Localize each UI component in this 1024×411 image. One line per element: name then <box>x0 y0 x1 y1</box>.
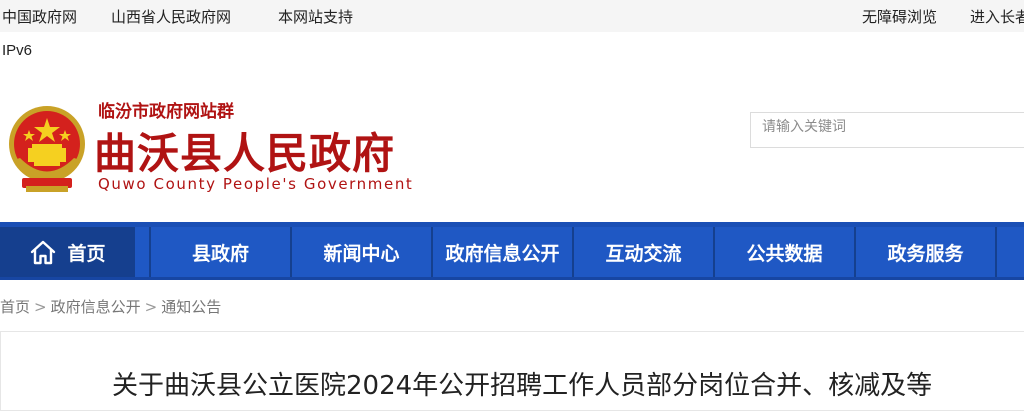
search-box <box>750 112 1024 148</box>
site-title: 曲沃县人民政府 <box>94 129 396 178</box>
breadcrumb-home[interactable]: 首页 <box>0 298 30 316</box>
link-china-gov[interactable]: 中国政府网 <box>2 6 77 27</box>
nav-label: 县政府 <box>191 242 249 265</box>
breadcrumb-notices[interactable]: 通知公告 <box>161 298 221 316</box>
nav-item-news[interactable]: 新闻中心 <box>292 227 431 277</box>
nav-item-county-gov[interactable]: 县政府 <box>151 227 290 277</box>
accessibility-link[interactable]: 无障碍浏览 <box>862 6 937 27</box>
nav-item-services[interactable]: 政务服务 <box>856 227 995 277</box>
breadcrumb-separator: > <box>144 298 158 316</box>
nav-label: 政府信息公开 <box>445 242 560 265</box>
nav-item-interaction[interactable]: 互动交流 <box>574 227 713 277</box>
nav-label: 新闻中心 <box>323 242 400 265</box>
site-subtitle: Quwo County People's Government <box>98 175 414 193</box>
nav-item-gov-info[interactable]: 政府信息公开 <box>433 227 572 277</box>
nav-label: 互动交流 <box>605 242 682 265</box>
breadcrumb-separator: > <box>34 298 47 316</box>
search-input[interactable] <box>751 113 1024 147</box>
nav-label: 公共数据 <box>746 242 823 265</box>
national-emblem-icon <box>9 106 85 192</box>
ipv6-label: IPv6 <box>2 42 33 59</box>
nav-label: 政务服务 <box>887 242 964 265</box>
nav-item-public-data[interactable]: 公共数据 <box>715 227 854 277</box>
nav-item-home[interactable]: 首页 <box>0 227 135 277</box>
link-site-support[interactable]: 本网站支持 <box>278 6 353 27</box>
article-title: 关于曲沃县公立医院2024年公开招聘工作人员部分岗位合并、核减及等 <box>112 371 933 401</box>
link-shanxi-gov[interactable]: 山西省人民政府网 <box>111 6 231 27</box>
breadcrumb-gov-info[interactable]: 政府信息公开 <box>51 298 141 316</box>
site-group-label: 临汾市政府网站群 <box>98 102 234 122</box>
main-nav: 首页 县政府 新闻中心 政府信息公开 互动交流 公共数据 政务服务 <box>0 222 1024 280</box>
nav-label: 首页 <box>67 242 106 265</box>
nav-divider <box>995 227 997 277</box>
home-icon <box>31 240 56 265</box>
breadcrumb: 首页 > 政府信息公开 > 通知公告 <box>0 296 221 317</box>
top-utility-bar: 中国政府网 山西省人民政府网 本网站支持 无障碍浏览 进入长者 <box>0 0 1024 32</box>
elder-mode-link[interactable]: 进入长者 <box>970 6 1024 27</box>
